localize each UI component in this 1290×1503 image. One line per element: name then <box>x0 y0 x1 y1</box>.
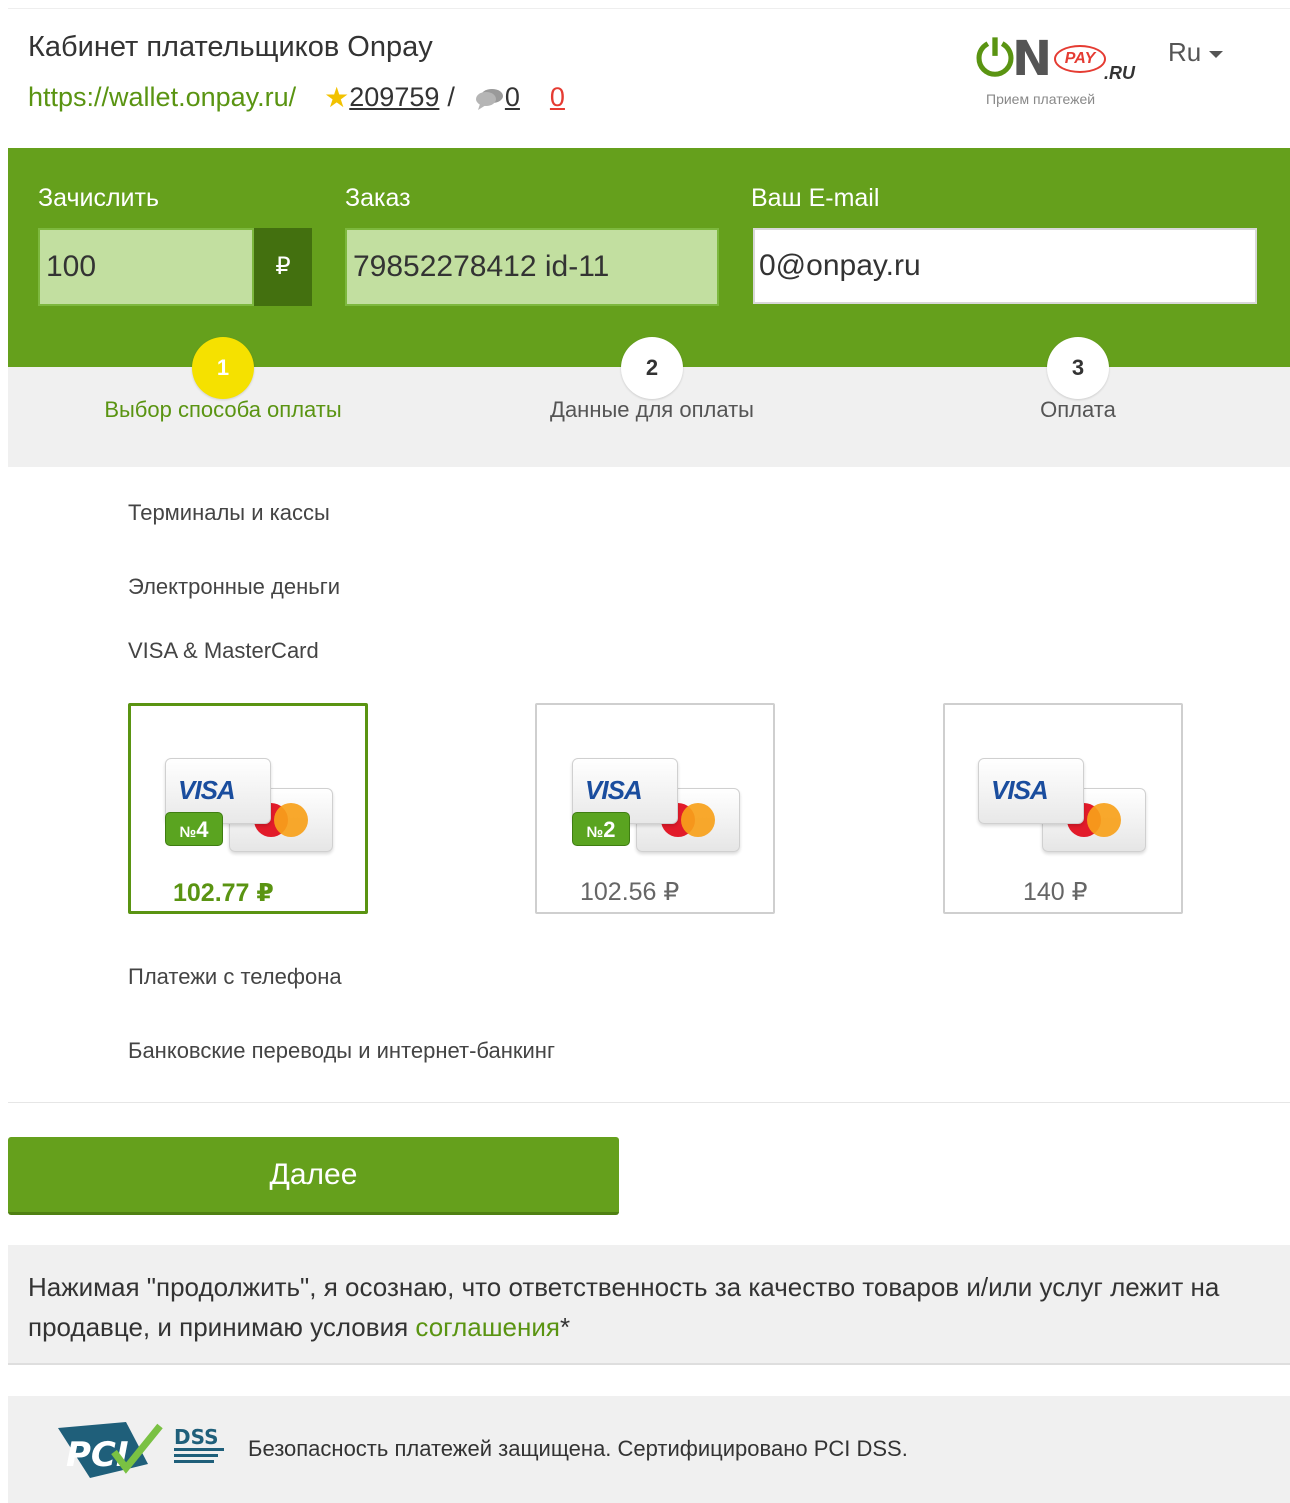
logo-main: ⏻N <box>976 31 1052 87</box>
badge-number: №2 <box>572 812 630 846</box>
agreement-notice: Нажимая "продолжить", я осознаю, что отв… <box>8 1245 1290 1365</box>
order-label: Заказ <box>345 184 411 212</box>
header-subline: https://wallet.onpay.ru/ ★ 209759 / 0 0 <box>28 81 565 114</box>
logo-ru: .RU <box>1104 63 1135 83</box>
email-input[interactable]: 0@onpay.ru <box>753 228 1257 304</box>
step-1-label: Выбор способа оплаты <box>104 397 342 422</box>
step-3-label: Оплата <box>1040 397 1116 422</box>
alerts-count-link[interactable]: 0 <box>550 82 565 113</box>
logo-pay: PAY <box>1054 45 1106 73</box>
step-3-circle: 3 <box>1047 337 1109 399</box>
logo-subtitle: Прием платежей <box>986 91 1096 107</box>
progress-steps: 1 Выбор способа оплаты 2 Данные для опла… <box>8 337 1290 467</box>
step-2-label: Данные для оплаты <box>550 397 754 422</box>
messages-count-link[interactable]: 0 <box>505 82 520 113</box>
section-terminals[interactable]: Терминалы и кассы <box>128 500 330 526</box>
dss-text: DSS <box>174 1425 219 1449</box>
section-bank[interactable]: Банковские переводы и интернет-банкинг <box>128 1038 555 1064</box>
footer: PCI DSS Безопасность платежей защищена. … <box>8 1396 1290 1503</box>
agreement-link[interactable]: соглашения <box>415 1312 560 1342</box>
chat-icon <box>475 87 505 110</box>
currency-button[interactable]: ₽ <box>254 228 312 306</box>
onpay-logo[interactable]: ⏻N PAY .RU Прием платежей <box>976 31 1146 111</box>
amount-label: Зачислить <box>38 184 159 212</box>
badge-number: №4 <box>165 812 223 846</box>
pci-dss-logo: PCI DSS <box>56 1418 226 1482</box>
section-phone[interactable]: Платежи с телефона <box>128 964 342 990</box>
security-text: Безопасность платежей защищена. Сертифиц… <box>248 1436 908 1461</box>
step-1-circle: 1 <box>192 337 254 399</box>
rating-link[interactable]: 209759 <box>349 82 439 113</box>
wallet-url-link[interactable]: https://wallet.onpay.ru/ <box>28 82 296 113</box>
notice-suffix: * <box>559 1312 571 1342</box>
card-option-price: 102.77 ₽ <box>173 879 274 907</box>
visa-mastercard-icon: VISA №2 <box>572 758 742 858</box>
divider <box>8 1102 1290 1103</box>
header: Кабинет плательщиков Onpay https://walle… <box>8 8 1290 148</box>
page-title: Кабинет плательщиков Onpay <box>28 31 433 63</box>
card-option-price: 140 ₽ <box>1023 878 1088 906</box>
card-option-price: 102.56 ₽ <box>580 878 680 906</box>
star-icon: ★ <box>324 82 350 113</box>
email-label: Ваш E-mail <box>751 184 880 212</box>
next-button[interactable]: Далее <box>8 1137 619 1215</box>
visa-mastercard-icon: VISA <box>978 758 1148 858</box>
language-dropdown[interactable]: Ru <box>1168 37 1224 68</box>
section-cards[interactable]: VISA & MasterCard <box>128 638 319 664</box>
step-2-circle: 2 <box>621 337 683 399</box>
language-label: Ru <box>1168 37 1202 67</box>
notice-text: Нажимая "продолжить", я осознаю, что отв… <box>28 1272 1220 1342</box>
amount-input[interactable]: 100 <box>38 228 254 306</box>
visa-mastercard-icon: VISA №4 <box>165 758 335 858</box>
payment-form-band: Зачислить 100 ₽ Заказ 79852278412 id-11 … <box>8 148 1290 367</box>
order-input[interactable]: 79852278412 id-11 <box>345 228 719 306</box>
card-option-1[interactable]: VISA №4 102.77 ₽ <box>128 703 368 914</box>
power-icon: ⏻ <box>976 31 1014 87</box>
separator: / <box>447 82 455 112</box>
section-emoney[interactable]: Электронные деньги <box>128 574 340 600</box>
caret-down-icon <box>1209 50 1224 58</box>
card-option-3[interactable]: VISA 140 ₽ <box>943 703 1183 914</box>
card-option-2[interactable]: VISA №2 102.56 ₽ <box>535 703 775 914</box>
